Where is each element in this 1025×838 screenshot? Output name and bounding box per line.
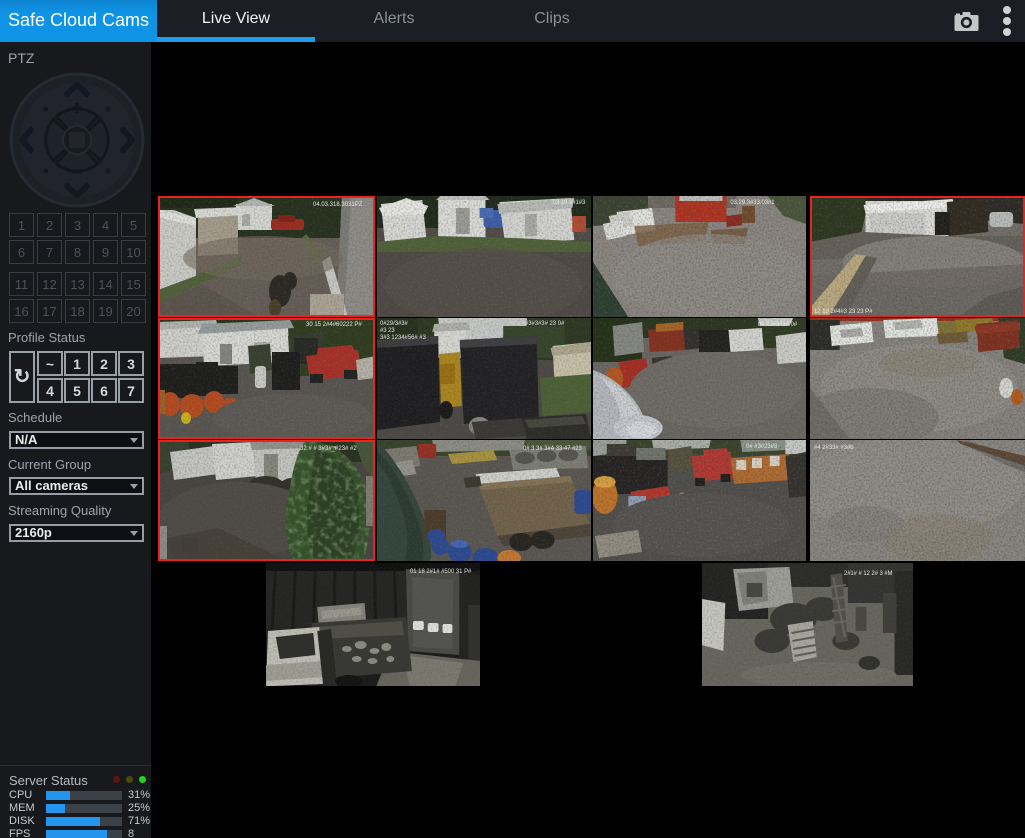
- svg-text:03.29.3#33.03#1: 03.29.3#33.03#1: [730, 200, 775, 206]
- svg-text:0#29/3#3#: 0#29/3#3#: [380, 321, 409, 327]
- svg-text:01 18 2#1# #500 31 P#: 01 18 2#1# #500 31 P#: [410, 569, 472, 575]
- svg-text:04.03.318.3031PZ: 04.03.318.3031PZ: [313, 202, 363, 208]
- svg-text:#4 2#33# #3#b: #4 2#33# #3#b: [814, 445, 854, 451]
- svg-text:2#1# # 12 2# 3 #M: 2#1# # 12 2# 3 #M: [844, 571, 893, 577]
- svg-text:3#3 1234#56# #3: 3#3 1234#56# #3: [380, 335, 427, 341]
- svg-text:#3#3#3# 23 0#: #3#3#3# 23 0#: [525, 321, 565, 327]
- svg-text:30 15 2#4#60222 P#: 30 15 2#4#60222 P#: [306, 322, 362, 328]
- svg-text:32 # # 3#3#_#23# #2: 32 # # 3#3#_#23# #2: [300, 446, 357, 452]
- svg-text:#3 23: #3 23: [380, 328, 395, 334]
- svg-text:0# #3#3#3# 0#: 0# #3#3#3# 0#: [758, 322, 798, 328]
- svg-text:12 19 2#4#3 23 23 P#: 12 19 2#4#3 23 23 P#: [814, 309, 873, 315]
- svg-text:03 19 3#1#3: 03 19 3#1#3: [553, 200, 586, 206]
- svg-text:0# #3#23#3: 0# #3#23#3: [746, 444, 778, 450]
- svg-text:0# 3 3# 3#4 33 47 #23: 0# 3 3# 3#4 33 47 #23: [523, 446, 583, 452]
